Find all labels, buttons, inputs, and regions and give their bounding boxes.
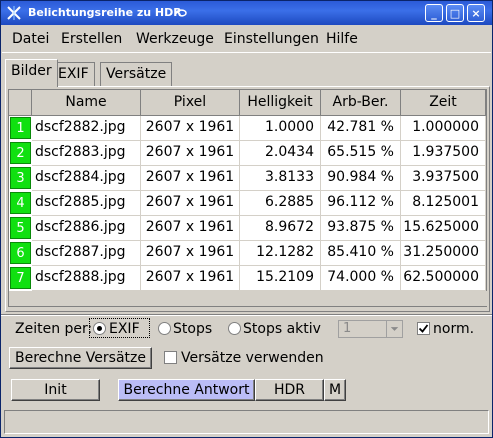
column-header-pixel[interactable]: Pixel	[141, 90, 240, 116]
radio-stops-aktiv[interactable]	[228, 322, 241, 335]
cell-arb-ber[interactable]: 74.000 %	[321, 266, 401, 291]
column-header-helligkeit[interactable]: Helligkeit	[240, 90, 321, 116]
stops-select-value: 1	[343, 321, 352, 336]
cell-arb-ber[interactable]: 93.875 %	[321, 216, 401, 241]
menu-hilfe[interactable]: Hilfe	[326, 31, 358, 47]
cell-name[interactable]: dscf2882.jpg	[32, 116, 141, 141]
cell-arb-ber[interactable]: 65.515 %	[321, 141, 401, 166]
cell-arb-ber[interactable]: 90.984 %	[321, 166, 401, 191]
window-title: Belichtungsreihe zu HDR	[28, 6, 182, 19]
cell-zeit[interactable]: 31.250000	[401, 241, 486, 266]
cell-helligkeit[interactable]: 8.9672	[240, 216, 321, 241]
radio-exif[interactable]	[93, 322, 106, 335]
chevron-down-icon	[386, 321, 399, 337]
cell-pixel[interactable]: 2607 x 1961	[141, 216, 240, 241]
status-bar	[4, 410, 489, 434]
cell-pixel[interactable]: 2607 x 1961	[141, 116, 240, 141]
versaetze-verwenden-label[interactable]: Versätze verwenden	[181, 350, 324, 366]
images-panel: Name Pixel Helligkeit Arb-Ber. Zeit 1 dsc…	[5, 86, 490, 312]
checkmark-icon	[418, 324, 429, 333]
cell-helligkeit[interactable]: 15.2109	[240, 266, 321, 291]
tab-exif[interactable]: EXIF	[52, 62, 95, 86]
divider	[1, 314, 492, 316]
row-number[interactable]: 7	[10, 267, 31, 289]
tab-bilder[interactable]: Bilder	[5, 59, 58, 87]
cell-zeit[interactable]: 62.500000	[401, 266, 486, 291]
cell-pixel[interactable]: 2607 x 1961	[141, 191, 240, 216]
cell-helligkeit[interactable]: 6.2885	[240, 191, 321, 216]
menu-werkzeuge[interactable]: Werkzeuge	[136, 31, 214, 47]
column-header-arb-ber[interactable]: Arb-Ber.	[321, 90, 401, 116]
app-window: Belichtungsreihe zu HDR _ □ × Datei Erst…	[0, 0, 493, 438]
radio-exif-label[interactable]: EXIF	[109, 321, 140, 337]
cell-name[interactable]: dscf2883.jpg	[32, 141, 141, 166]
m-button[interactable]: M	[324, 379, 346, 401]
menu-datei[interactable]: Datei	[12, 31, 49, 47]
cell-helligkeit[interactable]: 1.0000	[240, 116, 321, 141]
close-button[interactable]: ×	[467, 4, 485, 22]
cell-arb-ber[interactable]: 42.781 %	[321, 116, 401, 141]
table-empty-area	[9, 291, 488, 306]
title-bar[interactable]: Belichtungsreihe zu HDR _ □ ×	[1, 1, 492, 25]
cell-pixel[interactable]: 2607 x 1961	[141, 241, 240, 266]
cell-name[interactable]: dscf2888.jpg	[32, 266, 141, 291]
cell-zeit[interactable]: 1.937500	[401, 141, 486, 166]
berechne-versaetze-button[interactable]: Berechne Versätze	[9, 347, 152, 369]
cell-helligkeit[interactable]: 3.8133	[240, 166, 321, 191]
zeiten-per-label: Zeiten per:	[15, 321, 93, 337]
row-number[interactable]: 1	[10, 117, 31, 139]
header-corner[interactable]	[9, 90, 32, 116]
column-header-name[interactable]: Name	[32, 90, 141, 116]
init-button[interactable]: Init	[11, 379, 100, 401]
maximize-button[interactable]: □	[446, 4, 464, 22]
radio-stops[interactable]	[158, 322, 171, 335]
cell-name[interactable]: dscf2887.jpg	[32, 241, 141, 266]
cell-arb-ber[interactable]: 85.410 %	[321, 241, 401, 266]
radio-stops-label[interactable]: Stops	[173, 321, 212, 337]
cell-helligkeit[interactable]: 12.1282	[240, 241, 321, 266]
cell-name[interactable]: dscf2885.jpg	[32, 191, 141, 216]
cell-zeit[interactable]: 8.125001	[401, 191, 486, 216]
row-number[interactable]: 3	[10, 167, 31, 189]
images-table: Name Pixel Helligkeit Arb-Ber. Zeit 1 dsc…	[8, 89, 488, 307]
column-header-zeit[interactable]: Zeit	[401, 90, 486, 116]
radio-stops-aktiv-label[interactable]: Stops aktiv	[243, 321, 321, 337]
row-number[interactable]: 6	[10, 242, 31, 264]
berechne-antwort-button[interactable]: Berechne Antwort	[118, 379, 255, 401]
menu-erstellen[interactable]: Erstellen	[61, 31, 122, 47]
tab-versaetze[interactable]: Versätze	[100, 62, 173, 86]
cell-zeit[interactable]: 15.625000	[401, 216, 486, 241]
row-number[interactable]: 2	[10, 142, 31, 164]
norm-label[interactable]: norm.	[433, 321, 474, 337]
swirl-icon	[175, 9, 187, 17]
minimize-button[interactable]: _	[425, 4, 443, 22]
cell-name[interactable]: dscf2886.jpg	[32, 216, 141, 241]
row-number[interactable]: 5	[10, 217, 31, 239]
menu-einstellungen[interactable]: Einstellungen	[224, 31, 319, 47]
row-number[interactable]: 4	[10, 192, 31, 214]
cell-pixel[interactable]: 2607 x 1961	[141, 166, 240, 191]
cell-name[interactable]: dscf2884.jpg	[32, 166, 141, 191]
menu-bar: Datei Erstellen Werkzeuge Einstellungen …	[2, 27, 491, 53]
app-icon	[7, 6, 21, 20]
cell-arb-ber[interactable]: 96.112 %	[321, 191, 401, 216]
cell-helligkeit[interactable]: 2.0434	[240, 141, 321, 166]
versaetze-checkbox[interactable]	[164, 351, 177, 364]
cell-pixel[interactable]: 2607 x 1961	[141, 141, 240, 166]
hdr-button[interactable]: HDR	[255, 379, 324, 401]
norm-checkbox[interactable]	[417, 322, 430, 335]
cell-zeit[interactable]: 3.937500	[401, 166, 486, 191]
stops-select[interactable]: 1	[338, 320, 403, 338]
cell-zeit[interactable]: 1.000000	[401, 116, 486, 141]
cell-pixel[interactable]: 2607 x 1961	[141, 266, 240, 291]
